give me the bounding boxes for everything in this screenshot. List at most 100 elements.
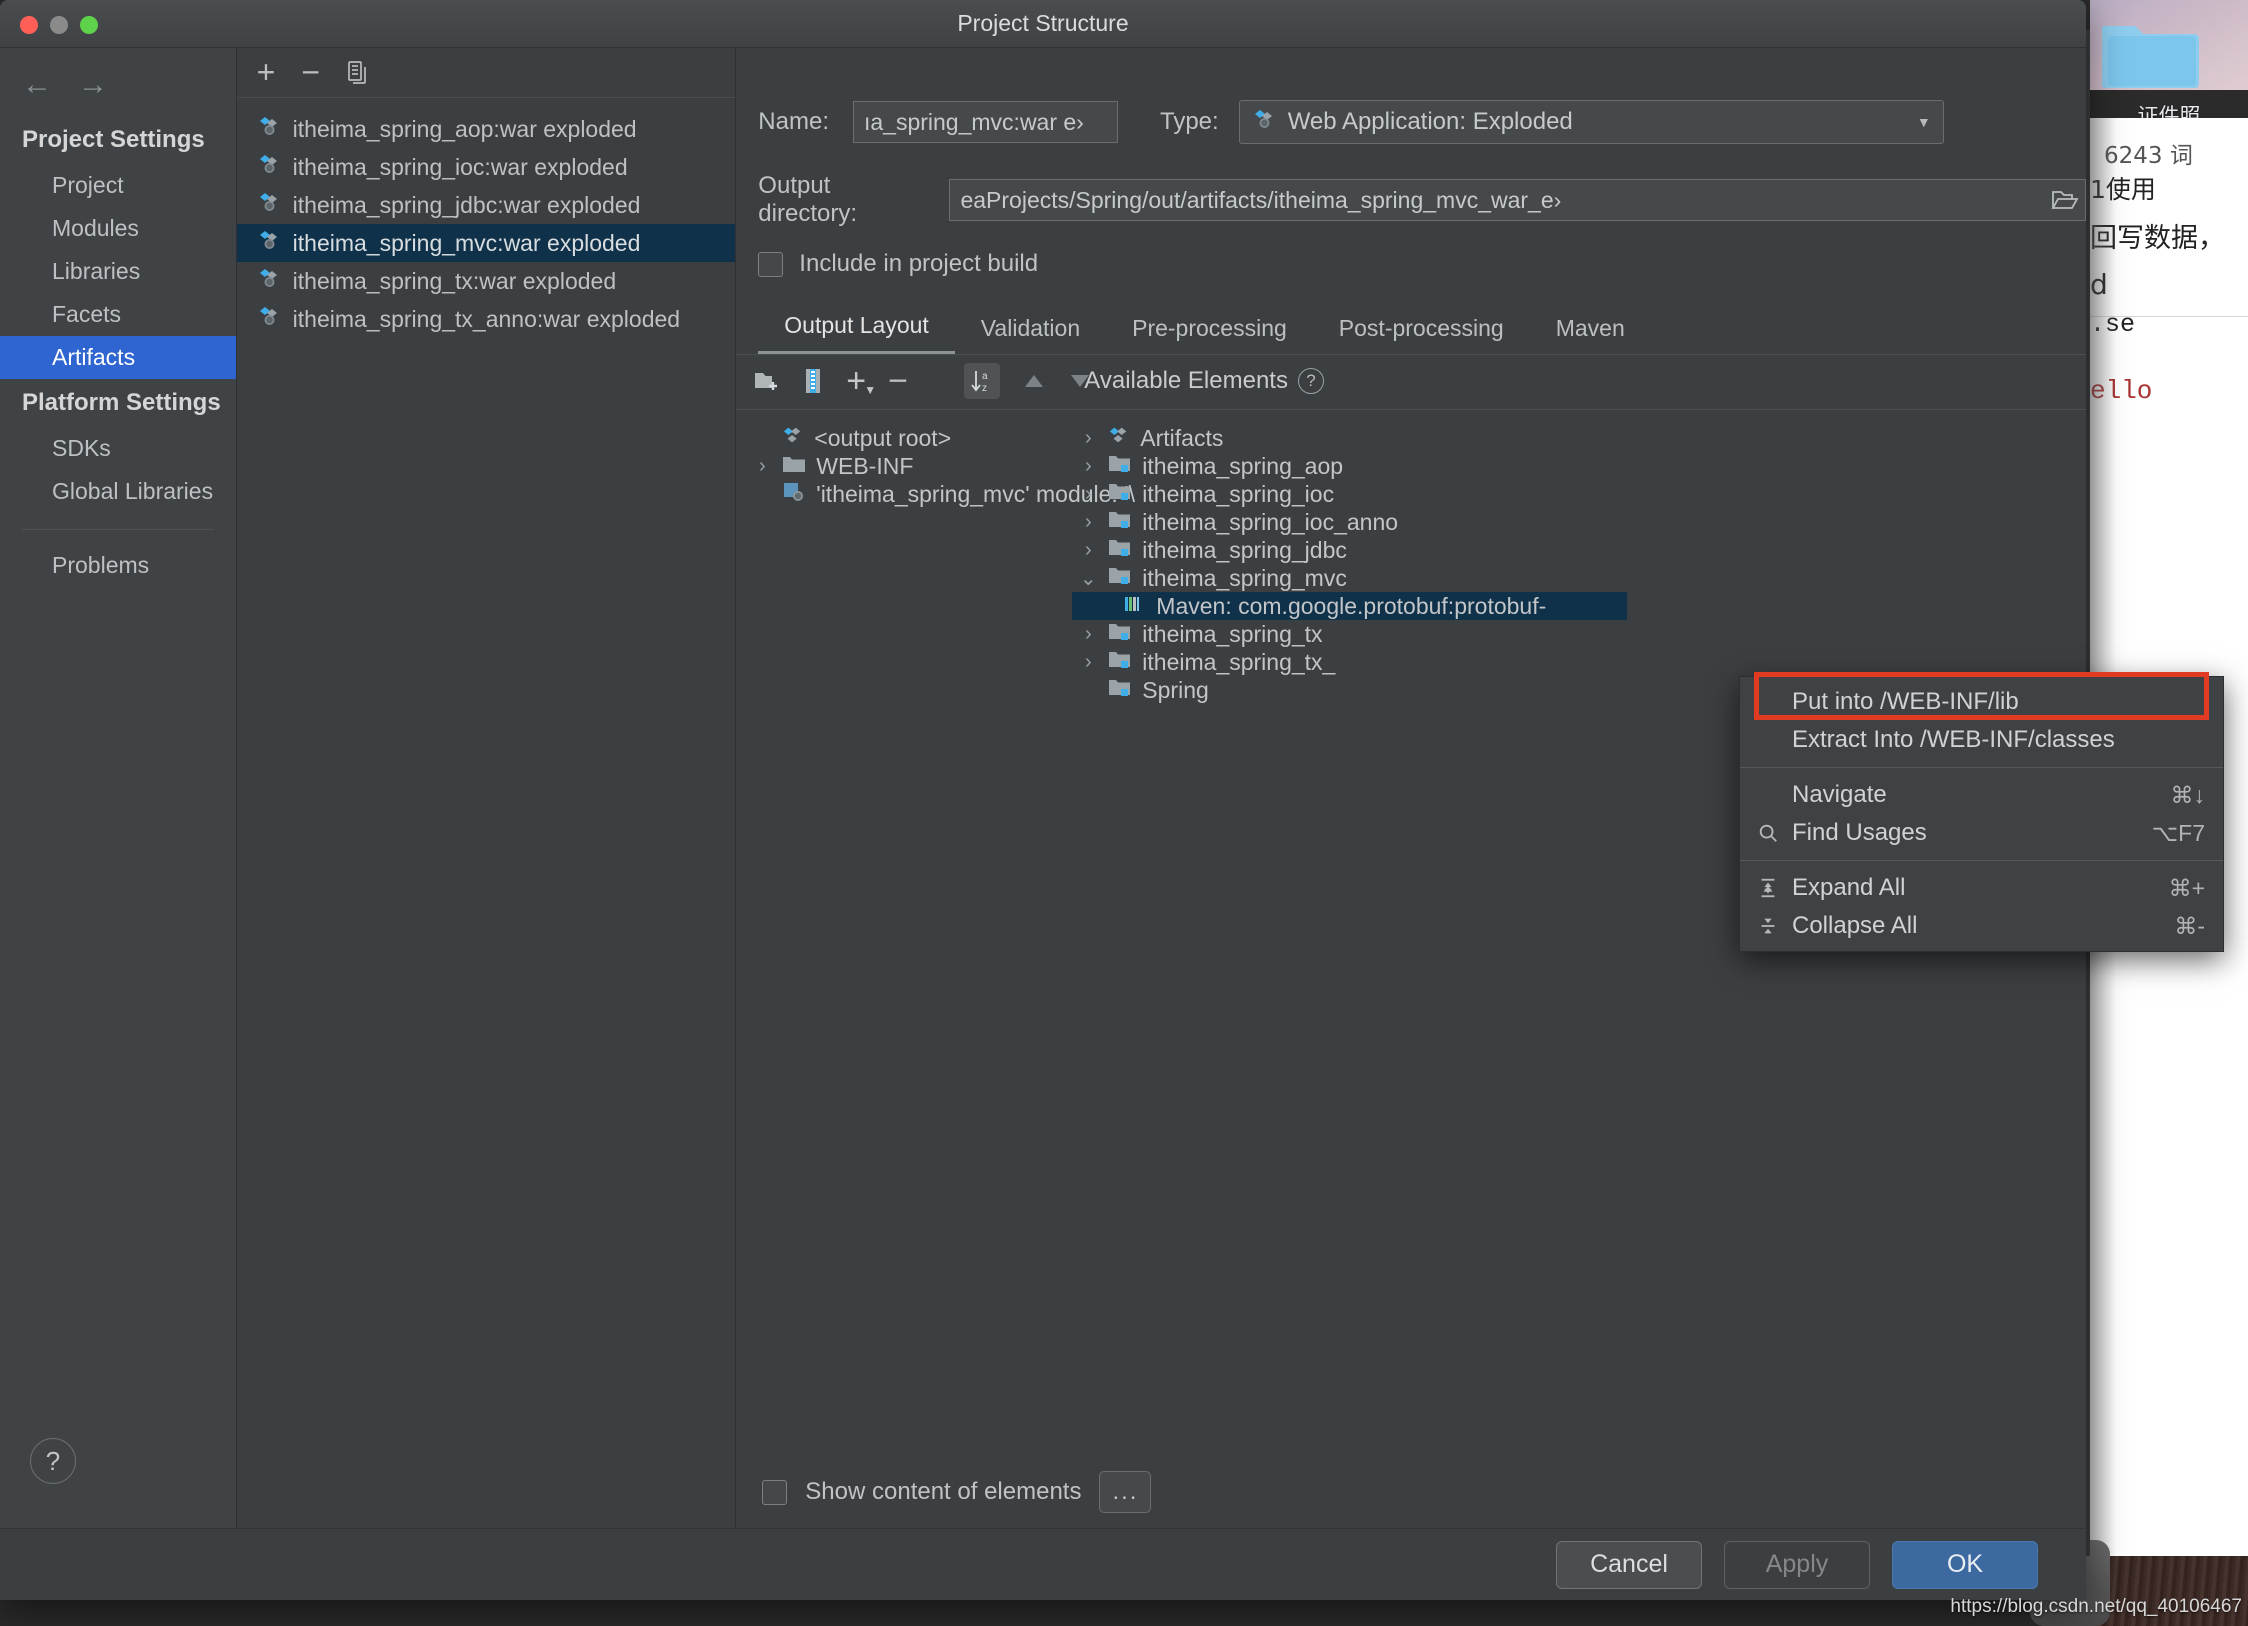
- context-menu-item-collapse-all[interactable]: Collapse All ⌘-: [1740, 907, 2223, 945]
- bg-line-2: 回写数据，: [2090, 223, 2225, 254]
- folder-open-icon[interactable]: [2051, 187, 2079, 219]
- close-icon[interactable]: [20, 16, 38, 34]
- type-dropdown[interactable]: Web Application: Exploded ▼: [1238, 100, 1944, 144]
- available-row-aop[interactable]: › itheima_spring_aop: [1072, 452, 2086, 480]
- forward-arrow-icon[interactable]: →: [78, 70, 108, 100]
- chevron-down-icon[interactable]: ⌄: [1078, 566, 1098, 591]
- artifact-icon: [1108, 424, 1130, 452]
- artifact-row-mvc[interactable]: itheima_spring_mvc:war exploded: [236, 224, 736, 262]
- help-button[interactable]: ?: [30, 1438, 76, 1484]
- minimize-icon[interactable]: [50, 16, 68, 34]
- svg-text:z: z: [982, 383, 987, 394]
- desktop-folder-icon[interactable]: [2101, 14, 2202, 92]
- chevron-right-icon[interactable]: ›: [1078, 511, 1098, 534]
- chevron-right-icon[interactable]: ›: [1078, 539, 1098, 562]
- window-controls: [20, 16, 98, 34]
- available-row-label: itheima_spring_aop: [1142, 452, 1344, 479]
- sidebar-item-artifacts[interactable]: Artifacts: [0, 336, 236, 379]
- artifact-row-tx[interactable]: itheima_spring_tx:war exploded: [237, 262, 736, 300]
- more-options-button[interactable]: ...: [1099, 1471, 1152, 1513]
- available-row-ioc-anno[interactable]: › itheima_spring_ioc_anno: [1072, 508, 2086, 536]
- available-row-mvc[interactable]: ⌄ itheima_spring_mvc: [1072, 564, 2086, 592]
- tab-validation[interactable]: Validation: [955, 307, 1106, 354]
- available-row-maven-protobuf[interactable]: Maven: com.google.protobuf:protobuf-: [1072, 592, 1628, 620]
- name-input[interactable]: ıa_spring_mvc:war e›: [852, 101, 1118, 143]
- available-row-ioc[interactable]: › itheima_spring_ioc: [1072, 480, 2086, 508]
- help-icon[interactable]: ?: [1297, 368, 1324, 394]
- artifact-row-tx-anno[interactable]: itheima_spring_tx_anno:war exploded: [237, 300, 736, 338]
- chevron-right-icon[interactable]: ›: [1078, 623, 1098, 646]
- remove-icon[interactable]: −: [888, 362, 908, 401]
- sidebar-item-facets[interactable]: Facets: [0, 293, 236, 336]
- context-menu-item-put-into-lib[interactable]: Put into /WEB-INF/lib: [1740, 683, 2223, 721]
- cancel-button[interactable]: Cancel: [1556, 1540, 1702, 1589]
- output-tree-row-root[interactable]: <output root>: [736, 424, 1072, 452]
- sidebar-item-modules[interactable]: Modules: [0, 207, 236, 250]
- include-in-build-checkbox[interactable]: [758, 251, 784, 277]
- show-content-bar: Show content of elements ...: [736, 1456, 2086, 1528]
- tab-maven[interactable]: Maven: [1530, 307, 1651, 354]
- available-row-tx[interactable]: › itheima_spring_tx: [1072, 620, 2086, 648]
- sidebar-item-problems[interactable]: Problems: [0, 530, 236, 587]
- copy-icon[interactable]: [346, 60, 370, 86]
- minus-icon[interactable]: −: [301, 54, 320, 91]
- output-tree-row-web-inf[interactable]: › WEB-INF: [736, 452, 1072, 480]
- artifact-row-ioc[interactable]: itheima_spring_ioc:war exploded: [237, 148, 736, 186]
- tab-pre-processing[interactable]: Pre-processing: [1106, 307, 1313, 354]
- context-menu-label: Find Usages: [1792, 819, 1927, 846]
- chevron-right-icon[interactable]: ›: [752, 455, 772, 478]
- artifact-row-aop[interactable]: itheima_spring_aop:war exploded: [237, 110, 736, 148]
- available-row-label: itheima_spring_mvc: [1142, 564, 1347, 591]
- available-row-artifacts[interactable]: › Artifacts: [1072, 424, 2086, 452]
- add-dropdown-icon[interactable]: + ▼: [846, 364, 876, 398]
- sidebar-item-project[interactable]: Project: [0, 164, 236, 207]
- context-menu-shortcut: ⌥F7: [2151, 819, 2205, 846]
- artifact-row-jdbc[interactable]: itheima_spring_jdbc:war exploded: [237, 186, 736, 224]
- output-directory-row: Output directory: eaProjects/Spring/out/…: [736, 172, 2086, 228]
- include-in-build-row[interactable]: Include in project build: [736, 250, 2086, 278]
- ok-button[interactable]: OK: [1892, 1540, 2038, 1589]
- sort-az-icon[interactable]: a z: [964, 363, 1001, 399]
- artifact-icon: [782, 424, 804, 452]
- show-content-checkbox[interactable]: [762, 1479, 788, 1505]
- available-elements-header: Available Elements ?: [1084, 367, 1324, 395]
- bg-line-3: d: [2090, 268, 2108, 301]
- context-menu-shortcut: ⌘-: [2174, 912, 2205, 939]
- module-icon: [1108, 621, 1132, 648]
- available-row-label: itheima_spring_tx: [1142, 620, 1323, 647]
- new-archive-icon[interactable]: [802, 368, 824, 394]
- sidebar-group-platform-settings: Platform Settings: [22, 389, 221, 416]
- context-menu-item-find-usages[interactable]: Find Usages ⌥F7: [1740, 814, 2223, 852]
- artifact-label: itheima_spring_mvc:war exploded: [292, 229, 641, 256]
- context-menu-item-extract-into-classes[interactable]: Extract Into /WEB-INF/classes: [1740, 721, 2223, 759]
- chevron-right-icon[interactable]: ›: [1078, 651, 1098, 674]
- tab-output-layout[interactable]: Output Layout: [758, 304, 955, 354]
- new-directory-icon[interactable]: [754, 369, 780, 393]
- sidebar-item-global-libraries[interactable]: Global Libraries: [0, 470, 236, 513]
- output-directory-input[interactable]: eaProjects/Spring/out/artifacts/itheima_…: [949, 179, 2086, 221]
- context-menu-item-navigate[interactable]: Navigate ⌘↓: [1740, 776, 2223, 814]
- sidebar-item-libraries[interactable]: Libraries: [0, 250, 236, 293]
- back-arrow-icon[interactable]: ←: [22, 70, 52, 100]
- available-row-tx-anno[interactable]: › itheima_spring_tx_: [1072, 648, 2086, 676]
- sidebar-item-sdks[interactable]: SDKs: [0, 427, 236, 470]
- chevron-right-icon[interactable]: ›: [1078, 455, 1098, 478]
- type-label: Type:: [1159, 108, 1219, 135]
- output-tree-row-module[interactable]: 'itheima_spring_mvc' module: '\: [736, 480, 1135, 508]
- type-dropdown-value: Web Application: Exploded: [1287, 108, 1573, 135]
- sidebar-nav: ← →: [0, 48, 236, 116]
- context-menu-item-expand-all[interactable]: Expand All ⌘+: [1740, 869, 2223, 907]
- move-up-icon[interactable]: [1022, 372, 1046, 390]
- zoom-icon[interactable]: [80, 16, 98, 34]
- available-row-jdbc[interactable]: › itheima_spring_jdbc: [1072, 536, 2086, 564]
- bg-line-5: ello: [2090, 376, 2153, 406]
- svg-text:a: a: [982, 371, 988, 382]
- chevron-right-icon[interactable]: ›: [1078, 427, 1098, 450]
- plus-icon[interactable]: +: [257, 54, 276, 91]
- sidebar-group-project-settings: Project Settings: [22, 126, 205, 153]
- chevron-right-icon[interactable]: ›: [1078, 483, 1098, 506]
- context-menu-separator: [1740, 860, 2223, 861]
- folder-icon: [782, 453, 806, 480]
- tab-post-processing[interactable]: Post-processing: [1313, 307, 1530, 354]
- output-tree-label: WEB-INF: [816, 452, 914, 479]
